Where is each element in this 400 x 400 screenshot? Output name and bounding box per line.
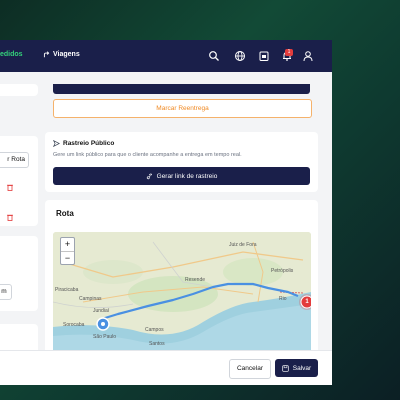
svg-text:Resende: Resende — [185, 277, 205, 283]
left-card-top — [0, 84, 38, 96]
globe-icon[interactable] — [234, 50, 246, 62]
svg-text:Santos: Santos — [149, 341, 165, 347]
svg-text:Jundiaí: Jundiaí — [93, 308, 110, 314]
app-window: edidos Viagens 1 r Rota m Marcar Reentre… — [0, 40, 332, 385]
trash-icon[interactable] — [7, 184, 13, 191]
nav-link-viagens[interactable]: Viagens — [43, 51, 80, 58]
route-icon — [43, 51, 50, 58]
svg-text:Campinas: Campinas — [79, 296, 102, 302]
zoom-out-button[interactable]: − — [61, 252, 74, 265]
link-icon — [146, 173, 152, 179]
notification-badge: 1 — [285, 49, 293, 56]
map-canvas: Juiz de Fora Piracicaba Campinas Jundiaí… — [53, 232, 311, 354]
zoom-in-button[interactable]: + — [61, 238, 74, 252]
cluster-count: 1 — [305, 299, 309, 305]
cancel-button[interactable]: Cancelar — [229, 359, 271, 379]
left-partial-button[interactable]: m — [0, 284, 12, 300]
trash-icon[interactable] — [7, 214, 13, 221]
marcar-reentrega-button[interactable]: Marcar Reentrega — [53, 99, 312, 118]
modal-footer: Cancelar Salvar — [0, 350, 332, 385]
user-icon[interactable] — [302, 50, 314, 62]
svg-text:Campos: Campos — [145, 327, 164, 333]
gerar-link-label: Gerar link de rastreio — [156, 172, 218, 180]
navy-action-strip[interactable] — [53, 84, 310, 94]
save-icon — [282, 364, 289, 372]
svg-text:Piracicaba: Piracicaba — [55, 287, 79, 293]
left-panel: r Rota — [0, 84, 40, 385]
route-map[interactable]: Juiz de Fora Piracicaba Campinas Jundiaí… — [53, 232, 311, 354]
search-icon[interactable] — [208, 50, 220, 62]
gerar-rota-button[interactable]: r Rota — [0, 152, 29, 168]
rastreio-title: Rastreio Público — [63, 140, 115, 147]
left-card-actions: r Rota — [0, 136, 38, 226]
rastreio-description: Gere um link público para que o cliente … — [53, 152, 242, 158]
calendar-icon[interactable] — [258, 50, 270, 62]
nav-trips-label: Viagens — [53, 51, 80, 58]
svg-text:Petrópolis: Petrópolis — [271, 268, 294, 274]
rastreio-publico-card: Rastreio Público Gere um link público pa… — [45, 132, 318, 192]
gerar-link-button[interactable]: Gerar link de rastreio — [53, 167, 310, 185]
origin-marker[interactable] — [96, 317, 110, 331]
map-zoom-control: + − — [60, 237, 75, 265]
svg-text:Sorocaba: Sorocaba — [63, 322, 85, 328]
svg-text:São Paulo: São Paulo — [93, 334, 116, 340]
save-button[interactable]: Salvar — [275, 359, 318, 377]
svg-text:Rio: Rio — [279, 296, 287, 302]
send-icon — [53, 140, 60, 147]
save-label: Salvar — [292, 364, 312, 372]
svg-text:Juiz de Fora: Juiz de Fora — [229, 242, 257, 248]
nav-link-pedidos[interactable]: edidos — [0, 51, 23, 58]
rota-title: Rota — [56, 209, 74, 218]
top-navbar: edidos Viagens 1 — [0, 40, 332, 72]
